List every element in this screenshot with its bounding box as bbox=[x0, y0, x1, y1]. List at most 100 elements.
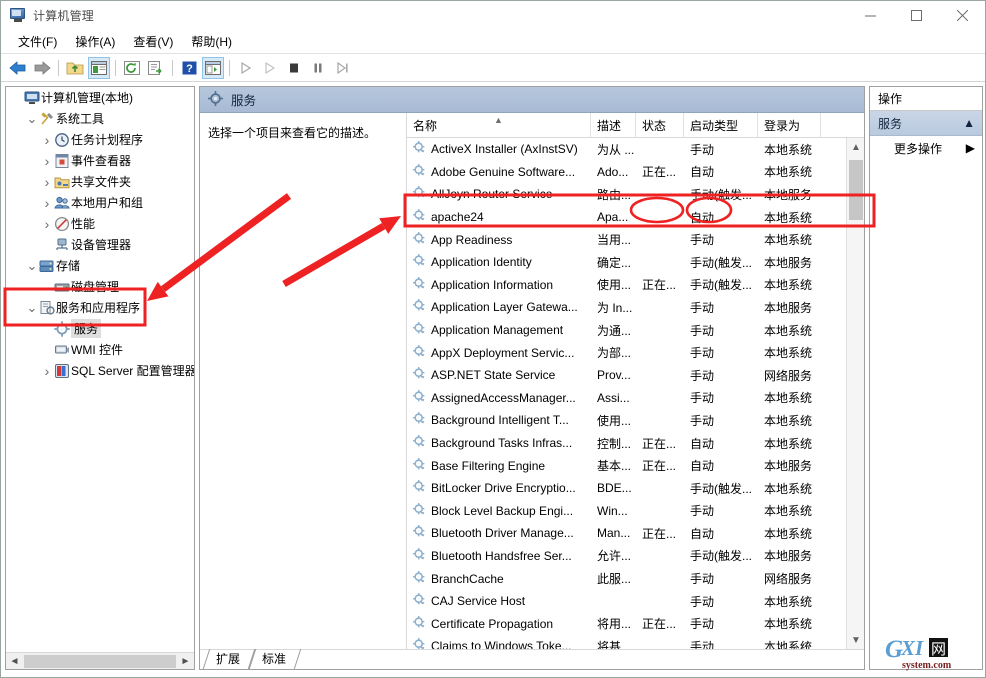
properties-icon[interactable] bbox=[202, 56, 224, 79]
cell-description: Prov... bbox=[597, 368, 631, 383]
column-log-on-as[interactable]: 登录为 bbox=[758, 113, 821, 137]
tab-standard[interactable]: 标准 bbox=[252, 649, 298, 669]
refresh-icon[interactable] bbox=[121, 57, 143, 79]
tree-item-5[interactable]: › 本地用户和组 bbox=[6, 192, 194, 213]
table-row[interactable]: apache24 Apa... 自动 本地系统 bbox=[407, 206, 846, 229]
tree-horizontal-scrollbar[interactable]: ◄ ► bbox=[6, 652, 194, 669]
tree-item-7[interactable]: 设备管理器 bbox=[6, 234, 194, 255]
table-row[interactable]: Application Information 使用... 正在... 手动(触发..… bbox=[407, 274, 846, 297]
tree-item-1[interactable]: ⌄ 系统工具 bbox=[6, 108, 194, 129]
help-icon[interactable]: ? bbox=[178, 57, 200, 79]
service-name-text: Claims to Windows Toke... bbox=[431, 639, 572, 649]
table-row[interactable]: Application Management 为通... 手动 本地系统 bbox=[407, 319, 846, 342]
chevron-down-icon[interactable]: ⌄ bbox=[25, 112, 39, 125]
column-name[interactable]: 名称 ▲ bbox=[407, 113, 591, 137]
table-row[interactable]: Application Layer Gatewa... 为 In... 手动 本地服务 bbox=[407, 296, 846, 319]
table-row[interactable]: Base Filtering Engine 基本... 正在... 自动 本地服务 bbox=[407, 454, 846, 477]
chevron-down-icon[interactable]: ⌄ bbox=[25, 301, 39, 314]
tree-item-2[interactable]: › 任务计划程序 bbox=[6, 129, 194, 150]
menu-action[interactable]: 操作(A) bbox=[66, 30, 124, 53]
table-row[interactable]: Bluetooth Driver Manage... Man... 正在... 自动 本… bbox=[407, 522, 846, 545]
table-row[interactable]: CAJ Service Host 手动 本地系统 bbox=[407, 590, 846, 613]
table-row[interactable]: AllJoyn Router Service 路由... 手动(触发... 本地服务 bbox=[407, 183, 846, 206]
services-vertical-scrollbar[interactable]: ▲ ▼ bbox=[846, 138, 864, 649]
tree-item-8[interactable]: ⌄ 存储 bbox=[6, 255, 194, 276]
start-service-icon[interactable] bbox=[235, 57, 257, 79]
actions-section-services[interactable]: 服务 ▲ bbox=[870, 111, 982, 136]
back-icon[interactable] bbox=[7, 57, 29, 79]
tree-item-12[interactable]: WMI 控件 bbox=[6, 339, 194, 360]
cell-log-on-as: 本地系统 bbox=[764, 617, 813, 632]
table-row[interactable]: Claims to Windows Toke... 将基... 手动 本地系统 bbox=[407, 635, 846, 649]
chevron-right-icon: ▶ bbox=[965, 141, 975, 155]
vscroll-thumb[interactable] bbox=[849, 160, 863, 220]
forward-icon[interactable] bbox=[31, 57, 53, 79]
scroll-down-icon[interactable]: ▼ bbox=[847, 631, 864, 649]
menu-view[interactable]: 查看(V) bbox=[124, 30, 182, 53]
chevron-right-icon[interactable]: › bbox=[40, 195, 54, 211]
table-row[interactable]: Background Intelligent T... 使用... 手动 本地系统 bbox=[407, 409, 846, 432]
chevron-right-icon[interactable]: › bbox=[40, 132, 54, 148]
pause-service-icon[interactable] bbox=[307, 57, 329, 79]
cell-service-name: Application Management bbox=[407, 322, 591, 338]
table-row[interactable]: BitLocker Drive Encryptio... BDE... 手动(触发.… bbox=[407, 477, 846, 500]
service-gear-icon bbox=[413, 480, 426, 496]
close-button[interactable] bbox=[939, 1, 985, 29]
service-gear-icon bbox=[413, 186, 426, 202]
computer-management-icon bbox=[10, 7, 26, 23]
chevron-right-icon[interactable]: › bbox=[40, 174, 54, 190]
action-more-actions[interactable]: 更多操作 ▶ bbox=[870, 136, 982, 160]
chevron-right-icon[interactable]: › bbox=[40, 363, 54, 379]
table-row[interactable]: Certificate Propagation 将用... 正在... 手动 本地系统 bbox=[407, 612, 846, 635]
table-row[interactable]: BranchCache 此服... 手动 网络服务 bbox=[407, 567, 846, 590]
tree-item-11[interactable]: 服务 bbox=[6, 318, 194, 339]
menu-file[interactable]: 文件(F) bbox=[9, 30, 66, 53]
column-description[interactable]: 描述 bbox=[591, 113, 636, 137]
table-row[interactable]: ASP.NET State Service Prov... 手动 网络服务 bbox=[407, 364, 846, 387]
column-status[interactable]: 状态 bbox=[636, 113, 684, 137]
scroll-up-icon[interactable]: ▲ bbox=[847, 138, 864, 156]
export-list-icon[interactable] bbox=[145, 57, 167, 79]
table-row[interactable]: Block Level Backup Engi... Win... 手动 本地系统 bbox=[407, 500, 846, 523]
chevron-up-icon[interactable]: ▲ bbox=[963, 116, 975, 130]
service-name-text: ActiveX Installer (AxInstSV) bbox=[431, 142, 578, 157]
chevron-down-icon[interactable]: ⌄ bbox=[25, 259, 39, 272]
table-row[interactable]: ActiveX Installer (AxInstSV) 为从 ... 手动 本地系统 bbox=[407, 138, 846, 161]
chevron-right-icon[interactable]: › bbox=[40, 216, 54, 232]
stop-service-icon[interactable] bbox=[283, 57, 305, 79]
actions-pane: 操作 服务 ▲ 更多操作 ▶ bbox=[869, 86, 983, 670]
table-row[interactable]: Background Tasks Infras... 控制... 正在... 自动 本地… bbox=[407, 432, 846, 455]
table-row[interactable]: App Readiness 当用... 手动 本地系统 bbox=[407, 228, 846, 251]
tree-item-13[interactable]: › SQL Server 配置管理器 bbox=[6, 360, 194, 381]
up-folder-icon[interactable] bbox=[64, 57, 86, 79]
title-bar: 计算机管理 bbox=[1, 1, 985, 29]
tree-item-9[interactable]: 磁盘管理 bbox=[6, 276, 194, 297]
table-row[interactable]: Bluetooth Handsfree Ser... 允许... 手动(触发... 本… bbox=[407, 545, 846, 568]
restart-service-icon[interactable] bbox=[331, 57, 353, 79]
tree-hscroll-thumb[interactable] bbox=[24, 654, 176, 668]
cell-status: 正在... bbox=[642, 278, 677, 293]
menu-help[interactable]: 帮助(H) bbox=[182, 30, 241, 53]
minimize-button[interactable] bbox=[847, 1, 893, 29]
tree-item-4[interactable]: › 共享文件夹 bbox=[6, 171, 194, 192]
table-row[interactable]: AssignedAccessManager... Assi... 手动 本地系统 bbox=[407, 387, 846, 410]
cell-service-name: Background Intelligent T... bbox=[407, 412, 591, 428]
maximize-button[interactable] bbox=[893, 1, 939, 29]
tree-item-6[interactable]: › 性能 bbox=[6, 213, 194, 234]
tree-item-0[interactable]: 计算机管理(本地) bbox=[6, 87, 194, 108]
tree-item-10[interactable]: ⌄ 服务和应用程序 bbox=[6, 297, 194, 318]
wmi-icon bbox=[54, 342, 71, 358]
scroll-right-icon[interactable]: ► bbox=[177, 652, 194, 669]
column-startup-type[interactable]: 启动类型 bbox=[684, 113, 758, 137]
table-row[interactable]: Application Identity 确定... 手动(触发... 本地服务 bbox=[407, 251, 846, 274]
scroll-left-icon[interactable]: ◄ bbox=[6, 652, 23, 669]
service-gear-icon bbox=[413, 638, 426, 649]
tree-item-3[interactable]: › 事件查看器 bbox=[6, 150, 194, 171]
tree-item-label: 计算机管理(本地) bbox=[41, 91, 133, 105]
tab-extended[interactable]: 扩展 bbox=[206, 649, 252, 669]
resume-service-icon[interactable] bbox=[259, 57, 281, 79]
chevron-right-icon[interactable]: › bbox=[40, 153, 54, 169]
show-hide-tree-icon[interactable] bbox=[88, 56, 110, 79]
table-row[interactable]: AppX Deployment Servic... 为部... 手动 本地系统 bbox=[407, 341, 846, 364]
table-row[interactable]: Adobe Genuine Software... Ado... 正在... 自动 本地… bbox=[407, 161, 846, 184]
